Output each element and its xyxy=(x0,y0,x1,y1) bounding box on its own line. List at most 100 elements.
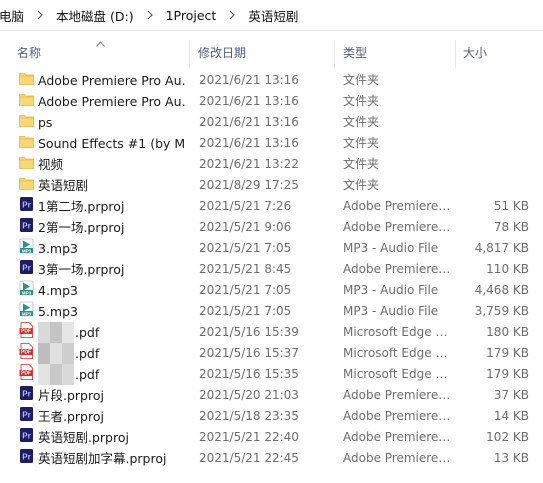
sort-ascending-icon xyxy=(96,36,105,50)
file-type: 文件夹 xyxy=(343,178,380,192)
file-size: 78 KB xyxy=(493,220,529,234)
breadcrumb-item-computer[interactable]: 电脑 xyxy=(0,6,26,25)
file-type: Adobe Premiere… xyxy=(343,388,451,402)
premiere-project-icon: Pr xyxy=(19,385,34,406)
breadcrumb-item-project[interactable]: 1Project xyxy=(164,8,219,23)
file-size: 37 KB xyxy=(493,388,529,402)
file-modified-date: 2021/5/21 22:40 xyxy=(199,430,299,444)
file-size: 179 KB xyxy=(486,346,529,360)
file-size: 179 KB xyxy=(486,367,529,381)
file-name[interactable]: 4.mp3 xyxy=(38,280,186,301)
file-type: 文件夹 xyxy=(343,157,380,171)
file-name[interactable]: .pdf xyxy=(75,343,185,364)
file-size: 4,817 KB xyxy=(474,241,529,255)
file-size: 102 KB xyxy=(486,430,529,444)
folder-icon xyxy=(19,175,34,196)
column-divider[interactable] xyxy=(455,40,456,68)
pdf-file-icon: PDF xyxy=(19,322,34,343)
file-name[interactable]: 3.mp3 xyxy=(38,238,186,259)
file-name[interactable]: 英语短剧加字幕.prproj xyxy=(38,448,186,469)
file-modified-date: 2021/5/16 15:37 xyxy=(199,346,299,360)
file-type: Adobe Premiere… xyxy=(343,262,451,276)
file-modified-date: 2021/5/18 23:35 xyxy=(199,409,299,423)
file-type: 文件夹 xyxy=(343,136,380,150)
file-row[interactable]: 视频 2021/6/21 13:22 文件夹 xyxy=(0,154,543,175)
column-header-name[interactable]: 名称 xyxy=(17,43,41,63)
file-name[interactable]: 英语短剧.prproj xyxy=(38,427,186,448)
folder-icon xyxy=(19,91,34,112)
file-row[interactable]: Sound Effects #1 (by M… 2021/6/21 13:16 文件… xyxy=(0,133,543,154)
chevron-right-icon[interactable] xyxy=(35,9,45,21)
svg-text:PDF: PDF xyxy=(21,350,31,356)
svg-text:Pr: Pr xyxy=(22,201,30,210)
file-name[interactable]: 2第一场.prproj xyxy=(38,217,186,238)
chevron-right-icon[interactable] xyxy=(145,9,155,21)
file-name[interactable]: Adobe Premiere Pro Au… xyxy=(38,70,186,91)
file-row[interactable]: Pr 2第一场.prproj 2021/5/21 9:06 Adobe Premier… xyxy=(0,217,543,238)
file-row[interactable]: Pr 1第二场.prproj 2021/5/21 7:26 Adobe Premier… xyxy=(0,196,543,217)
file-row[interactable]: Pr 3第一场.prproj 2021/5/21 8:45 Adobe Premier… xyxy=(0,259,543,280)
column-header-row: 名称 修改日期 类型 大小 xyxy=(0,30,543,70)
file-row[interactable]: ps 2021/6/21 13:16 文件夹 xyxy=(0,112,543,133)
file-type: 文件夹 xyxy=(343,115,380,129)
file-name[interactable]: 王者.prproj xyxy=(38,406,186,427)
file-type: Microsoft Edge … xyxy=(343,346,448,360)
file-row[interactable]: PDF .pdf 2021/5/16 15:37 Microsoft Edge … 17… xyxy=(0,343,543,364)
file-name[interactable]: 视频 xyxy=(38,154,186,175)
file-size: 4,468 KB xyxy=(474,283,529,297)
file-row[interactable]: Pr 王者.prproj 2021/5/18 23:35 Adobe Premiere… xyxy=(0,406,543,427)
file-name[interactable]: .pdf xyxy=(75,364,185,385)
file-modified-date: 2021/5/21 9:06 xyxy=(199,220,292,234)
file-name[interactable]: Adobe Premiere Pro Au… xyxy=(38,91,186,112)
svg-text:Pr: Pr xyxy=(22,453,30,462)
file-name[interactable]: .pdf xyxy=(75,322,185,343)
folder-icon xyxy=(19,70,34,91)
file-modified-date: 2021/6/21 13:16 xyxy=(199,73,299,87)
file-row[interactable]: PDF .pdf 2021/5/16 15:39 Microsoft Edge … 18… xyxy=(0,322,543,343)
svg-text:Pr: Pr xyxy=(22,390,30,399)
column-header-type[interactable]: 类型 xyxy=(343,43,367,63)
column-header-size[interactable]: 大小 xyxy=(463,43,487,63)
column-header-date[interactable]: 修改日期 xyxy=(198,43,246,63)
pdf-file-icon: PDF xyxy=(19,364,34,385)
file-row[interactable]: Adobe Premiere Pro Au… 2021/6/21 13:16 文件夹 xyxy=(0,70,543,91)
file-name[interactable]: 1第二场.prproj xyxy=(38,196,186,217)
breadcrumb: 电脑 本地磁盘 (D:) 1Project 英语短剧 xyxy=(0,0,543,31)
column-divider[interactable] xyxy=(334,40,335,68)
file-name[interactable]: 英语短剧 xyxy=(38,175,186,196)
file-name[interactable]: 3第一场.prproj xyxy=(38,259,186,280)
file-row[interactable]: Pr 英语短剧.prproj 2021/5/21 22:40 Adobe Premie… xyxy=(0,427,543,448)
file-row[interactable]: Pr 片段.prproj 2021/5/20 21:03 Adobe Premiere… xyxy=(0,385,543,406)
breadcrumb-item-drive[interactable]: 本地磁盘 (D:) xyxy=(54,6,136,25)
file-row[interactable]: Adobe Premiere Pro Au… 2021/6/21 13:16 文件夹 xyxy=(0,91,543,112)
file-name[interactable]: Sound Effects #1 (by M… xyxy=(38,133,186,154)
redacted-filename-pixelation xyxy=(38,364,74,385)
file-modified-date: 2021/6/21 13:16 xyxy=(199,136,299,150)
svg-text:PDF: PDF xyxy=(21,329,31,335)
file-row[interactable]: PDF .pdf 2021/5/16 15:35 Microsoft Edge … 17… xyxy=(0,364,543,385)
file-modified-date: 2021/5/21 7:05 xyxy=(199,283,292,297)
file-row[interactable]: Pr 英语短剧加字幕.prproj 2021/5/21 22:45 Adobe Pre… xyxy=(0,448,543,469)
file-row[interactable]: MP3 3.mp3 2021/5/21 7:05 MP3 - Audio File 4,… xyxy=(0,238,543,259)
breadcrumb-item-current-folder[interactable]: 英语短剧 xyxy=(246,6,300,25)
chevron-right-icon[interactable] xyxy=(227,9,237,21)
file-modified-date: 2021/5/21 22:45 xyxy=(199,451,299,465)
svg-text:Pr: Pr xyxy=(22,411,30,420)
file-type: Microsoft Edge … xyxy=(343,367,448,381)
file-modified-date: 2021/5/21 8:45 xyxy=(199,262,292,276)
redacted-filename-pixelation xyxy=(38,343,74,364)
file-name[interactable]: ps xyxy=(38,112,186,133)
folder-icon xyxy=(19,154,34,175)
file-type: Adobe Premiere… xyxy=(343,220,451,234)
file-name[interactable]: 片段.prproj xyxy=(38,385,186,406)
file-row[interactable]: MP3 4.mp3 2021/5/21 7:05 MP3 - Audio File 4,… xyxy=(0,280,543,301)
file-row[interactable]: MP3 5.mp3 2021/5/21 7:05 MP3 - Audio File 3,… xyxy=(0,301,543,322)
file-row[interactable]: 英语短剧 2021/8/29 17:25 文件夹 xyxy=(0,175,543,196)
folder-icon xyxy=(19,112,34,133)
pdf-file-icon: PDF xyxy=(19,343,34,364)
mp3-audio-icon: MP3 xyxy=(19,301,34,322)
file-name[interactable]: 5.mp3 xyxy=(38,301,186,322)
svg-text:Pr: Pr xyxy=(22,222,30,231)
file-modified-date: 2021/5/20 21:03 xyxy=(199,388,299,402)
column-divider[interactable] xyxy=(189,40,190,68)
